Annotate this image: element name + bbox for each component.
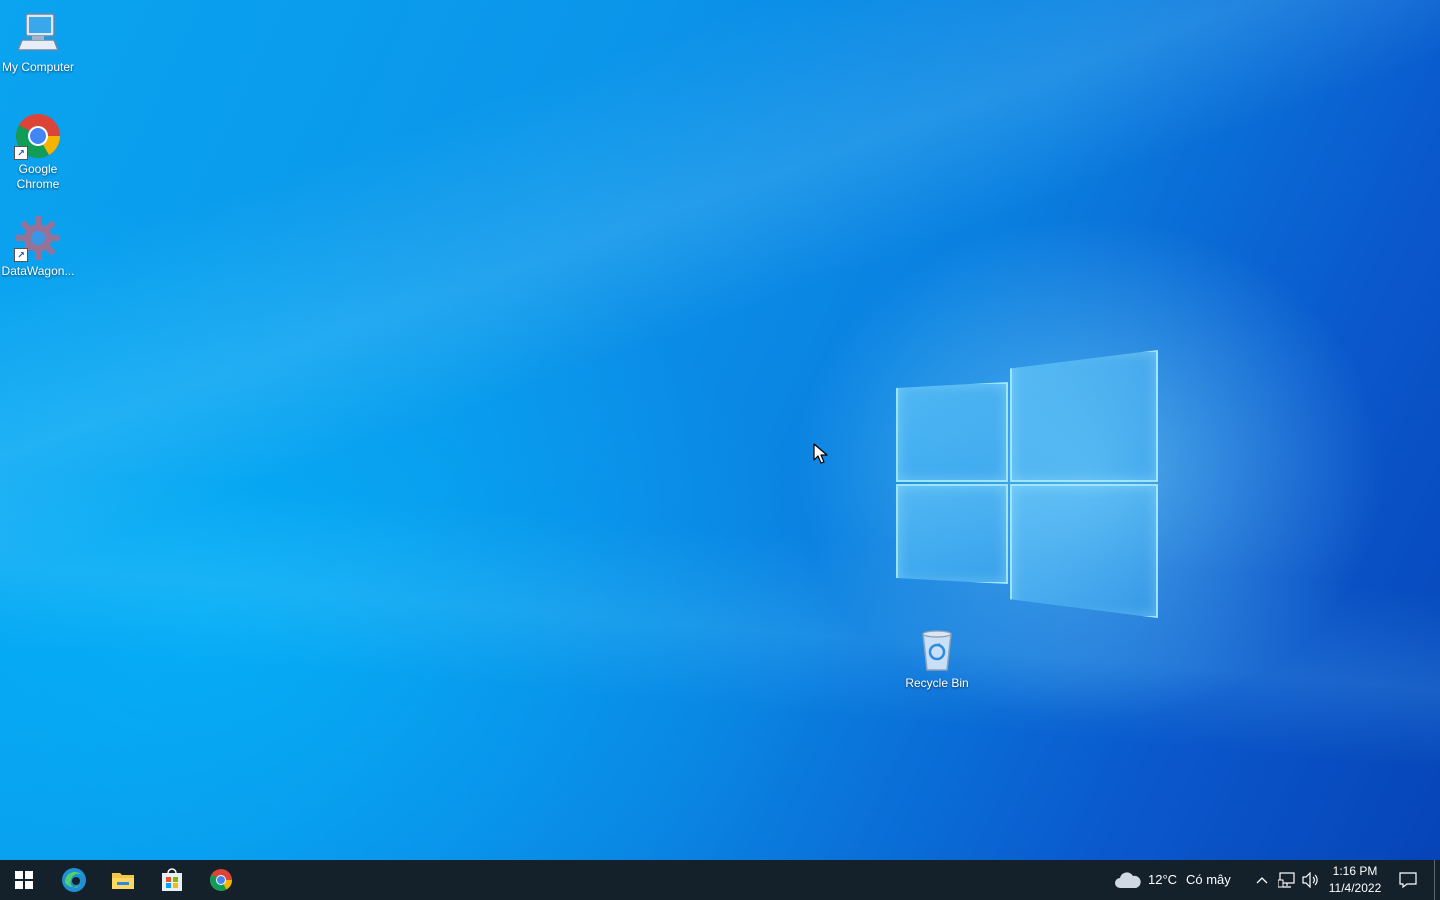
chrome-icon [210, 869, 232, 891]
network-icon [1278, 872, 1295, 888]
chevron-up-icon [1256, 877, 1268, 884]
network-button[interactable] [1276, 860, 1298, 900]
volume-button[interactable] [1299, 860, 1321, 900]
shortcut-arrow-icon: ↗ [14, 248, 28, 262]
weather-widget[interactable]: 12°C Có mây [1110, 860, 1242, 900]
light-beam [0, 0, 1440, 860]
windows-logo-wallpaper [880, 340, 1170, 630]
taskbar: 12°C Có mây 1:16 PM 11/4/2022 [0, 860, 1440, 900]
notification-icon [1399, 872, 1417, 888]
desktop-icon-label: DataWagon... [1, 264, 75, 278]
chrome-icon: ↗ [14, 112, 62, 160]
start-button[interactable] [0, 860, 48, 900]
speaker-icon [1302, 872, 1318, 888]
windows-start-icon [15, 871, 33, 889]
taskbar-edge-button[interactable] [50, 860, 98, 900]
cloud-icon [1115, 872, 1141, 888]
desktop-icon-recycle-bin[interactable]: Recycle Bin [899, 626, 975, 691]
desktop-icon-datawagon[interactable]: ↗ DataWagon... [0, 214, 76, 279]
action-center-button[interactable] [1392, 860, 1424, 900]
taskbar-file-explorer-button[interactable] [99, 860, 147, 900]
mouse-cursor-icon [813, 443, 828, 464]
desktop-icon-google-chrome[interactable]: ↗ Google Chrome [0, 112, 76, 192]
weather-condition: Có mây [1186, 872, 1231, 887]
taskbar-chrome-button[interactable] [197, 860, 245, 900]
desktop-icon-my-computer[interactable]: My Computer [0, 10, 76, 75]
file-explorer-icon [112, 873, 134, 889]
taskbar-clock[interactable]: 1:16 PM 11/4/2022 [1322, 863, 1388, 897]
datawagon-gear-icon: ↗ [14, 214, 62, 262]
desktop-icon-label: Recycle Bin [905, 676, 969, 690]
light-beam [0, 0, 1440, 860]
desktop-icon-label: Google Chrome [16, 162, 60, 191]
store-icon [162, 868, 182, 891]
desktop[interactable]: My Computer ↗ Google Chrome ↗ DataWagon.… [0, 0, 1440, 860]
shortcut-arrow-icon: ↗ [14, 146, 28, 160]
show-hidden-icons-button[interactable] [1252, 860, 1272, 900]
desktop-icon-label: My Computer [1, 60, 75, 74]
recycle-bin-icon [913, 626, 961, 674]
edge-icon [62, 868, 86, 892]
clock-time: 1:16 PM [1332, 864, 1378, 878]
computer-icon [14, 10, 62, 58]
taskbar-store-button[interactable] [148, 860, 196, 900]
clock-date: 11/4/2022 [1328, 881, 1382, 895]
weather-temperature: 12°C [1148, 872, 1178, 887]
show-desktop-button[interactable] [1434, 860, 1440, 900]
